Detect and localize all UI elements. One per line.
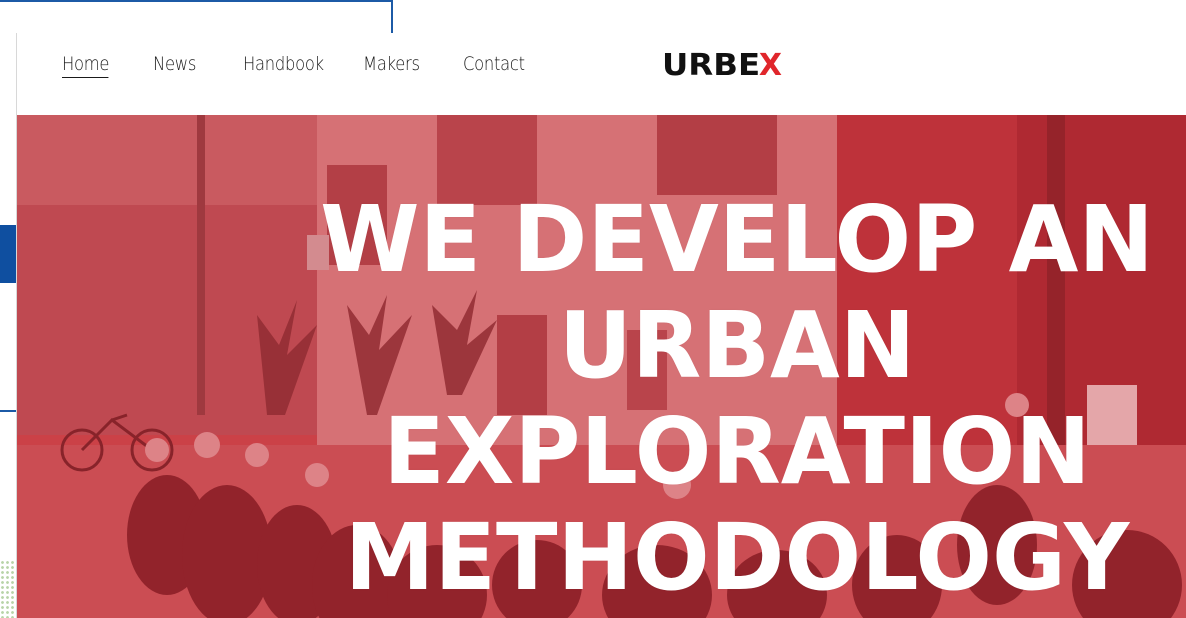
decorative-frame-line-bottom	[0, 410, 16, 412]
hero-banner: WE DEVELOP AN URBAN EXPLORATION METHODOL…	[17, 115, 1186, 618]
site-logo[interactable]: URBE X	[662, 47, 782, 83]
decorative-blue-bar	[0, 225, 16, 283]
logo-wordmark: URBE	[662, 47, 761, 83]
hero-headline-line-4: METHODOLOGY	[344, 504, 1130, 611]
main-navigation: Home News Handbook Makers Contact	[62, 51, 580, 78]
decorative-frame-line	[0, 0, 393, 33]
logo-accent-letter: X	[758, 47, 782, 83]
nav-item-handbook[interactable]: Handbook	[243, 51, 324, 78]
nav-item-news[interactable]: News	[153, 51, 199, 78]
site-header: Home News Handbook Makers Contact URBE X	[17, 33, 1186, 115]
page: Home News Handbook Makers Contact URBE X	[0, 0, 1186, 618]
hero-headline: WE DEVELOP AN URBAN EXPLORATION METHODOL…	[296, 187, 1178, 611]
nav-item-contact[interactable]: Contact	[463, 51, 532, 78]
decorative-dot-pattern	[0, 560, 16, 618]
website-window: Home News Handbook Makers Contact URBE X	[16, 33, 1186, 618]
nav-item-home[interactable]: Home	[62, 51, 109, 78]
hero-headline-line-1: WE DEVELOP AN	[320, 186, 1154, 293]
hero-headline-line-2: URBAN	[558, 292, 916, 399]
nav-item-makers[interactable]: Makers	[363, 51, 420, 78]
hero-headline-line-3: EXPLORATION	[383, 398, 1091, 505]
